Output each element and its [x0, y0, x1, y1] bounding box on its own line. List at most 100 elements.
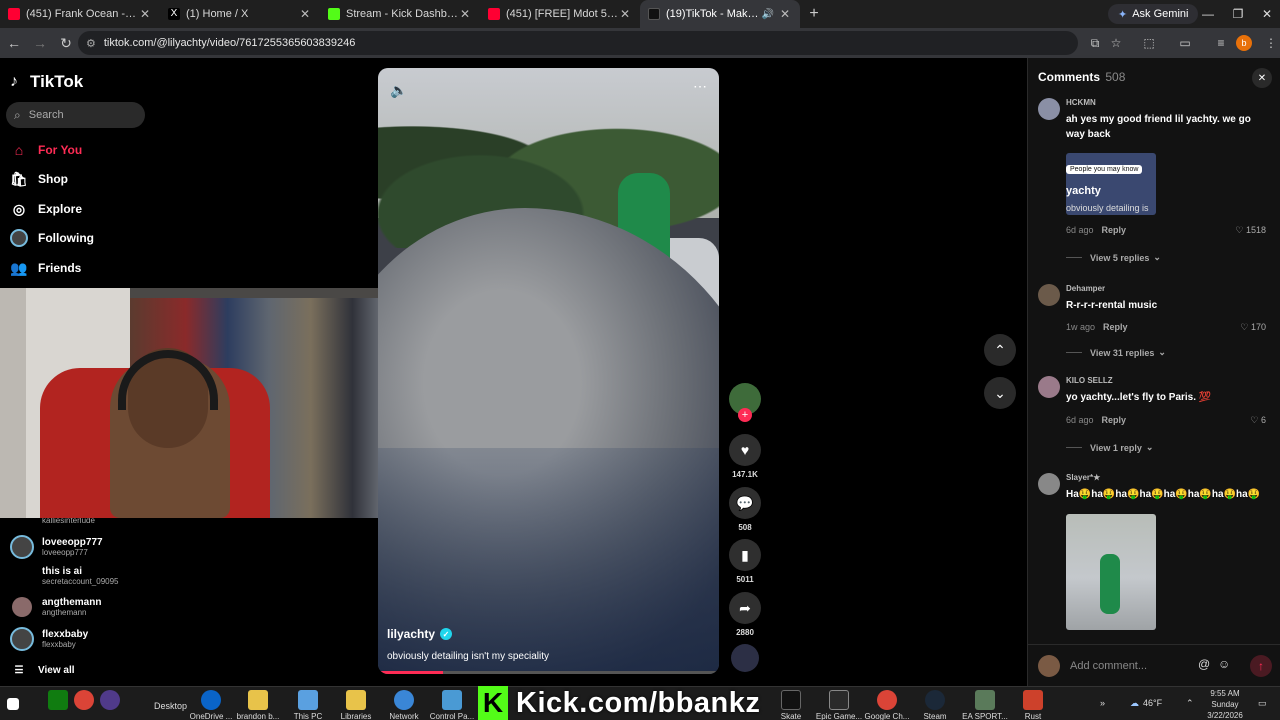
system-clock[interactable]: 9:55 AM Sunday 3/22/2026	[1200, 688, 1250, 720]
reply-button[interactable]: Reply	[1103, 322, 1128, 332]
close-tab-icon[interactable]: ✕	[778, 7, 792, 21]
close-comments-button[interactable]: ✕	[1252, 68, 1272, 88]
save-button[interactable]: ▮ 5011	[729, 539, 761, 584]
tab-kick-dashboard[interactable]: Stream - Kick Dashboard ✕	[320, 0, 480, 28]
taskbar-ea-sports[interactable]: EA SPORT...	[962, 687, 1008, 720]
address-bar[interactable]: ⚙ tiktok.com/@lilyachty/video/7617255365…	[78, 31, 1078, 55]
like-button[interactable]: ♥ 147.1K	[729, 434, 761, 479]
taskbar-control-panel[interactable]: Control Pa...	[430, 687, 474, 720]
close-tab-icon[interactable]: ✕	[458, 7, 472, 21]
reload-button[interactable]: ↻	[54, 31, 78, 55]
install-app-icon[interactable]: ⧉	[1084, 32, 1106, 54]
comment-image[interactable]: People you may know yachty obviously det…	[1066, 153, 1156, 215]
extensions-icon[interactable]: ⬚	[1138, 32, 1160, 54]
video-player[interactable]: 🔈 ⋯ lilyachty ✓ obviously detailing isn'…	[378, 68, 719, 674]
tray-chevron-icon[interactable]: ⌃	[1186, 686, 1194, 720]
view-replies-button[interactable]: View 31 replies ⌄	[1066, 347, 1166, 358]
following-user[interactable]: angthemann angthemann	[10, 597, 101, 617]
side-panel-icon[interactable]: ▭	[1174, 32, 1196, 54]
view-all-following[interactable]: ☰ View all	[10, 658, 75, 682]
bookmark-star-icon[interactable]: ☆	[1105, 32, 1127, 54]
media-icon[interactable]: ≡	[1210, 32, 1232, 54]
comment-like-button[interactable]: ♡ 170	[1240, 322, 1266, 333]
nav-explore[interactable]: ◎ Explore	[10, 197, 82, 221]
start-button[interactable]	[4, 687, 22, 720]
comment-user[interactable]: KILO SELLZ	[1066, 376, 1113, 385]
avatar[interactable]	[1038, 98, 1060, 120]
close-tab-icon[interactable]: ✕	[298, 7, 312, 21]
chrome-app[interactable]	[74, 687, 94, 720]
taskbar-rust[interactable]: Rust	[1020, 687, 1046, 720]
video-progress-bar[interactable]	[378, 671, 719, 674]
comment-like-button[interactable]: ♡ 6	[1250, 415, 1266, 426]
ask-gemini-button[interactable]: ✦ Ask Gemini	[1108, 4, 1199, 24]
previous-video-button[interactable]: ⌃	[984, 334, 1016, 366]
desktop-label[interactable]: Desktop	[154, 701, 187, 711]
tab-tiktok[interactable]: (19)TikTok - Make Your Day 🔊 ✕	[640, 0, 800, 28]
emoji-icon[interactable]: ☺	[1218, 657, 1230, 671]
back-button[interactable]: ←	[2, 31, 26, 55]
taskbar-this-pc[interactable]: This PC	[290, 687, 326, 720]
notification-icon[interactable]: ▭	[1258, 686, 1267, 720]
nav-shop[interactable]: 🛍 Shop	[10, 167, 68, 191]
x-logo-icon: X	[168, 8, 180, 20]
taskbar-google-chrome[interactable]: Google Ch...	[864, 687, 910, 720]
nav-for-you[interactable]: ⌂ For You	[10, 138, 82, 162]
view-replies-button[interactable]: View 5 replies ⌄	[1066, 252, 1161, 263]
minimize-button[interactable]: —	[1193, 0, 1223, 28]
reply-button[interactable]: Reply	[1102, 415, 1127, 425]
taskbar-brandon[interactable]: brandon b...	[236, 687, 280, 720]
restore-button[interactable]: ❐	[1223, 0, 1253, 28]
taskbar-network[interactable]: Network	[386, 687, 422, 720]
more-options-icon[interactable]: ⋯	[693, 78, 707, 95]
next-video-button[interactable]: ⌄	[984, 377, 1016, 409]
comment-image[interactable]	[1066, 514, 1156, 630]
close-window-button[interactable]: ✕	[1252, 0, 1280, 28]
obs-app[interactable]	[100, 687, 120, 720]
tray-overflow-icon[interactable]: »	[1100, 686, 1105, 720]
comment-user[interactable]: Slayer*★	[1066, 473, 1100, 482]
profile-avatar[interactable]: b	[1236, 35, 1252, 51]
following-user[interactable]: this is ai secretaccount_09095	[10, 566, 119, 586]
avatar[interactable]	[1038, 473, 1060, 495]
speaker-icon[interactable]: 🔊	[762, 9, 774, 20]
close-tab-icon[interactable]: ✕	[618, 7, 632, 21]
tab-mdot[interactable]: (451) [FREE] Mdot 59 x Kdotfrr ✕	[480, 0, 640, 28]
tab-frank-ocean[interactable]: (451) Frank Ocean - Nights - Yo ✕	[0, 0, 160, 28]
close-tab-icon[interactable]: ✕	[138, 7, 152, 21]
mention-icon[interactable]: @	[1198, 657, 1210, 671]
taskbar-libraries[interactable]: Libraries	[338, 687, 374, 720]
comment-like-button[interactable]: ♡ 1518	[1235, 225, 1266, 236]
search-input[interactable]: ⌕ Search	[6, 102, 145, 128]
following-user[interactable]: loveeopp777 loveeopp777	[10, 535, 103, 559]
weather-widget[interactable]: ☁ 46°F	[1130, 686, 1162, 720]
reply-button[interactable]: Reply	[1102, 225, 1127, 235]
taskbar-epic[interactable]: Epic Game...	[816, 687, 862, 720]
site-info-icon[interactable]: ⚙	[86, 37, 96, 50]
tiktok-logo[interactable]: ♪ TikTok	[10, 72, 83, 92]
tab-x-home[interactable]: X (1) Home / X ✕	[160, 0, 320, 28]
follow-plus-icon[interactable]: +	[738, 408, 752, 422]
comment-user[interactable]: HCKMN	[1066, 98, 1096, 107]
post-comment-button[interactable]: ↑	[1250, 655, 1272, 677]
avatar[interactable]	[1038, 376, 1060, 398]
video-author[interactable]: lilyachty ✓	[387, 627, 453, 641]
following-user[interactable]: flexxbaby flexxbaby	[10, 627, 88, 651]
menu-icon[interactable]: ⋮	[1260, 32, 1280, 54]
taskbar-skate[interactable]: Skate	[778, 687, 804, 720]
mute-icon[interactable]: 🔈	[390, 82, 407, 99]
new-tab-button[interactable]: +	[800, 5, 828, 23]
taskbar-onedrive[interactable]: OneDrive ...	[190, 687, 232, 720]
share-button[interactable]: ➦ 2880	[729, 592, 761, 637]
music-disc-icon[interactable]	[731, 644, 759, 672]
comment-button[interactable]: 💬 508	[729, 487, 761, 532]
forward-button[interactable]: →	[28, 31, 52, 55]
add-comment-input[interactable]: Add comment...	[1066, 655, 1216, 677]
view-replies-button[interactable]: View 1 reply ⌄	[1066, 442, 1153, 453]
xbox-app[interactable]	[48, 687, 68, 720]
nav-following[interactable]: Following	[10, 226, 94, 250]
taskbar-steam[interactable]: Steam	[920, 687, 950, 720]
nav-friends[interactable]: 👥 Friends	[10, 256, 81, 280]
comment-user[interactable]: Dehamper	[1066, 284, 1105, 293]
avatar[interactable]	[1038, 284, 1060, 306]
